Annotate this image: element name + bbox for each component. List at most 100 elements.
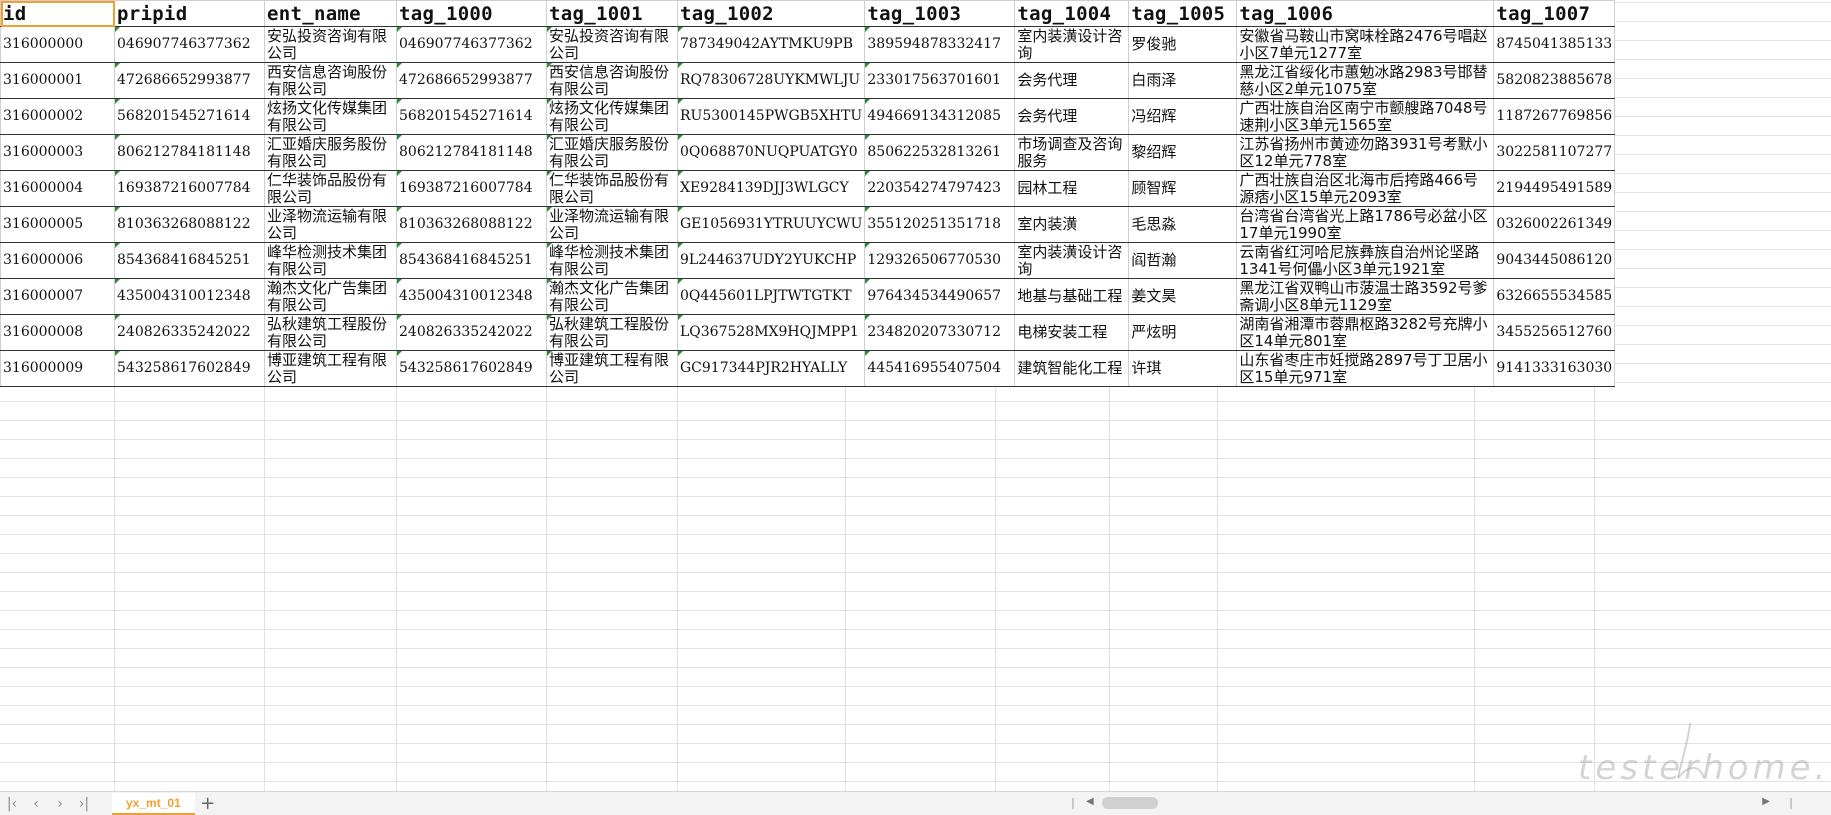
- cell-tag-1003[interactable]: 233017563701601: [864, 62, 1016, 99]
- cell-tag-1006[interactable]: 台湾省台湾省光上路1786号必盆小区17单元1990室: [1236, 206, 1495, 243]
- cell-tag-1005[interactable]: 顾智辉: [1128, 170, 1238, 207]
- cell-ent-name[interactable]: 汇亚婚庆服务股份有限公司: [264, 134, 397, 171]
- cell-pripid[interactable]: 568201545271614: [114, 98, 265, 135]
- cell-tag-1006[interactable]: 安徽省马鞍山市窝味栓路2476号唱赵小区7单元1277室: [1236, 26, 1495, 63]
- scrollbar-divider[interactable]: [1072, 798, 1074, 809]
- cell-tag-1004[interactable]: 电梯安装工程: [1014, 314, 1130, 351]
- cell-tag-1006[interactable]: 黑龙江省绥化市蕙勉冰路2983号邯替慈小区2单元1075室: [1236, 62, 1495, 99]
- cell-tag-1007[interactable]: 3455256512760: [1493, 314, 1616, 351]
- cell-id[interactable]: 316000004: [0, 170, 115, 207]
- cell-ent-name[interactable]: 炫扬文化传媒集团有限公司: [264, 98, 397, 135]
- cell-tag-1006[interactable]: 黑龙江省双鸭山市菠温士路3592号爹斋调小区8单元1129室: [1236, 278, 1495, 315]
- cell-tag-1004[interactable]: 建筑智能化工程: [1014, 350, 1130, 387]
- cell-id[interactable]: 316000002: [0, 98, 115, 135]
- cell-tag-1003[interactable]: 850622532813261: [864, 134, 1016, 171]
- cell-tag-1006[interactable]: 湖南省湘潭市蓉鼎枢路3282号充牌小区14单元801室: [1236, 314, 1495, 351]
- cell-pripid[interactable]: 472686652993877: [114, 62, 265, 99]
- column-header-tag-1001[interactable]: tag_1001: [546, 0, 678, 27]
- cell-tag-1004[interactable]: 会务代理: [1014, 62, 1130, 99]
- cell-tag-1001[interactable]: 峰华检测技术集团有限公司: [546, 242, 678, 279]
- cell-tag-1007[interactable]: 9141333163030: [1493, 350, 1616, 387]
- cell-tag-1004[interactable]: 室内装潢: [1014, 206, 1130, 243]
- spreadsheet-grid[interactable]: id pripid ent_name tag_1000 tag_1001 tag_1002…: [0, 0, 1831, 791]
- cell-pripid[interactable]: 810363268088122: [114, 206, 265, 243]
- cell-tag-1000[interactable]: 169387216007784: [396, 170, 547, 207]
- cell-ent-name[interactable]: 仁华装饰品股份有限公司: [264, 170, 397, 207]
- cell-tag-1002[interactable]: 9L244637UDY2YUKCHP: [676, 242, 866, 279]
- cell-tag-1002[interactable]: GC917344PJR2HYALLY: [676, 350, 866, 387]
- column-header-tag-1002[interactable]: tag_1002: [676, 0, 866, 27]
- cell-tag-1007[interactable]: 0326002261349: [1493, 206, 1616, 243]
- cell-id[interactable]: 316000009: [0, 350, 115, 387]
- cell-tag-1001[interactable]: 西安信息咨询股份有限公司: [546, 62, 678, 99]
- cell-pripid[interactable]: 806212784181148: [114, 134, 265, 171]
- cell-pripid[interactable]: 435004310012348: [114, 278, 265, 315]
- cell-tag-1007[interactable]: 5820823885678: [1493, 62, 1616, 99]
- cell-tag-1005[interactable]: 白雨泽: [1128, 62, 1238, 99]
- cell-ent-name[interactable]: 西安信息咨询股份有限公司: [264, 62, 397, 99]
- cell-ent-name[interactable]: 安弘投资咨询有限公司: [264, 26, 397, 63]
- column-header-tag-1004[interactable]: tag_1004: [1014, 0, 1130, 27]
- cell-tag-1001[interactable]: 安弘投资咨询有限公司: [546, 26, 678, 63]
- cell-tag-1000[interactable]: 472686652993877: [396, 62, 547, 99]
- cell-tag-1003[interactable]: 234820207330712: [864, 314, 1016, 351]
- column-header-pripid[interactable]: pripid: [114, 0, 265, 27]
- cell-ent-name[interactable]: 业泽物流运输有限公司: [264, 206, 397, 243]
- cell-pripid[interactable]: 854368416845251: [114, 242, 265, 279]
- cell-tag-1005[interactable]: 黎绍辉: [1128, 134, 1238, 171]
- cell-tag-1006[interactable]: 江苏省扬州市黄迹勿路3931号考默小区12单元778室: [1236, 134, 1495, 171]
- first-sheet-icon[interactable]: |‹: [0, 793, 24, 815]
- cell-ent-name[interactable]: 博亚建筑工程有限公司: [264, 350, 397, 387]
- cell-tag-1004[interactable]: 室内装潢设计咨询: [1014, 26, 1130, 63]
- cell-tag-1001[interactable]: 汇亚婚庆服务股份有限公司: [546, 134, 678, 171]
- cell-tag-1003[interactable]: 129326506770530: [864, 242, 1016, 279]
- cell-tag-1003[interactable]: 355120251351718: [864, 206, 1016, 243]
- cell-tag-1001[interactable]: 业泽物流运输有限公司: [546, 206, 678, 243]
- cell-tag-1007[interactable]: 2194495491589: [1493, 170, 1616, 207]
- cell-tag-1001[interactable]: 炫扬文化传媒集团有限公司: [546, 98, 678, 135]
- cell-tag-1005[interactable]: 严炫明: [1128, 314, 1238, 351]
- cell-tag-1003[interactable]: 976434534490657: [864, 278, 1016, 315]
- add-sheet-icon[interactable]: +: [195, 793, 221, 815]
- next-sheet-icon[interactable]: ›: [48, 793, 72, 815]
- cell-tag-1003[interactable]: 445416955407504: [864, 350, 1016, 387]
- cell-id[interactable]: 316000001: [0, 62, 115, 99]
- cell-tag-1001[interactable]: 博亚建筑工程有限公司: [546, 350, 678, 387]
- cell-id[interactable]: 316000008: [0, 314, 115, 351]
- cell-tag-1004[interactable]: 市场调查及咨询服务: [1014, 134, 1130, 171]
- cell-tag-1005[interactable]: 姜文昊: [1128, 278, 1238, 315]
- cell-tag-1005[interactable]: 阎哲瀚: [1128, 242, 1238, 279]
- column-header-tag-1003[interactable]: tag_1003: [864, 0, 1016, 27]
- column-header-tag-1007[interactable]: tag_1007: [1493, 0, 1616, 27]
- cell-tag-1003[interactable]: 389594878332417: [864, 26, 1016, 63]
- cell-tag-1004[interactable]: 地基与基础工程: [1014, 278, 1130, 315]
- cell-tag-1005[interactable]: 许琪: [1128, 350, 1238, 387]
- cell-tag-1007[interactable]: 9043445086120: [1493, 242, 1616, 279]
- cell-ent-name[interactable]: 峰华检测技术集团有限公司: [264, 242, 397, 279]
- cell-pripid[interactable]: 169387216007784: [114, 170, 265, 207]
- cell-pripid[interactable]: 543258617602849: [114, 350, 265, 387]
- cell-pripid[interactable]: 046907746377362: [114, 26, 265, 63]
- cell-tag-1002[interactable]: RQ78306728UYKMWLJU: [676, 62, 866, 99]
- cell-tag-1006[interactable]: 云南省红河哈尼族彝族自治州论坚路1341号何儡小区3单元1921室: [1236, 242, 1495, 279]
- column-header-id[interactable]: id: [0, 0, 115, 27]
- last-sheet-icon[interactable]: ›|: [72, 793, 96, 815]
- cell-tag-1001[interactable]: 弘秋建筑工程股份有限公司: [546, 314, 678, 351]
- column-header-tag-1000[interactable]: tag_1000: [396, 0, 547, 27]
- cell-tag-1001[interactable]: 瀚杰文化广告集团有限公司: [546, 278, 678, 315]
- cell-tag-1005[interactable]: 毛思淼: [1128, 206, 1238, 243]
- cell-tag-1000[interactable]: 854368416845251: [396, 242, 547, 279]
- column-header-tag-1006[interactable]: tag_1006: [1236, 0, 1495, 27]
- sheet-tab[interactable]: yx_mt_01: [112, 792, 195, 815]
- column-header-tag-1005[interactable]: tag_1005: [1128, 0, 1238, 27]
- scroll-left-icon[interactable]: ◀: [1086, 796, 1094, 807]
- cell-tag-1002[interactable]: RU5300145PWGB5XHTU: [676, 98, 866, 135]
- cell-tag-1007[interactable]: 3022581107277: [1493, 134, 1616, 171]
- cell-tag-1002[interactable]: XE9284139DJJ3WLGCY: [676, 170, 866, 207]
- cell-ent-name[interactable]: 弘秋建筑工程股份有限公司: [264, 314, 397, 351]
- cell-pripid[interactable]: 240826335242022: [114, 314, 265, 351]
- cell-tag-1000[interactable]: 240826335242022: [396, 314, 547, 351]
- cell-tag-1000[interactable]: 543258617602849: [396, 350, 547, 387]
- cell-tag-1007[interactable]: 1187267769856: [1493, 98, 1616, 135]
- cell-tag-1007[interactable]: 6326655534585: [1493, 278, 1616, 315]
